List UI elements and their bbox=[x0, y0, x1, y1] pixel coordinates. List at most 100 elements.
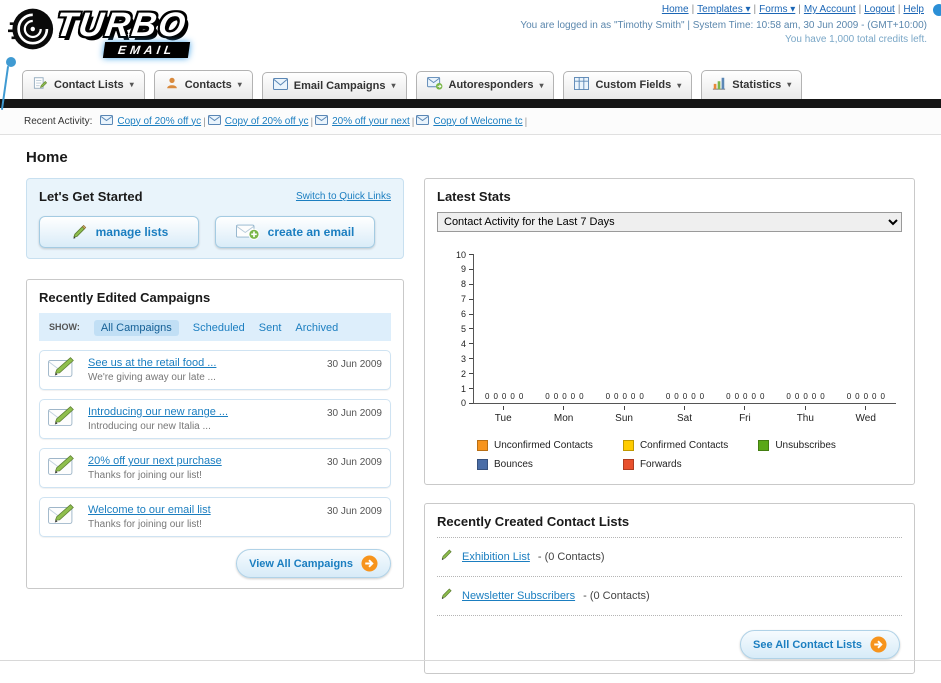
nav-tab-label: Contact Lists bbox=[54, 78, 124, 91]
legend-item: Unconfirmed Contacts bbox=[477, 440, 593, 451]
corner-dot bbox=[933, 4, 941, 16]
nav-tab-contacts[interactable]: Contacts ▾ bbox=[153, 70, 253, 99]
recent-activity-link[interactable]: 20% off your next bbox=[332, 116, 410, 127]
envelope-icon bbox=[272, 78, 288, 93]
top-link-home[interactable]: Home bbox=[662, 4, 689, 15]
campaign-row[interactable]: 20% off your next purchase Thanks for joi… bbox=[39, 448, 391, 488]
campaign-tab-all-campaigns[interactable]: All Campaigns bbox=[93, 320, 179, 336]
legend-item: Confirmed Contacts bbox=[622, 440, 728, 451]
show-label: SHOW: bbox=[49, 322, 80, 332]
contact-list-link[interactable]: Newsletter Subscribers bbox=[462, 590, 575, 602]
chart-group: 00000 bbox=[775, 254, 835, 403]
nav-tab-contact-lists[interactable]: Contact Lists ▾ bbox=[22, 70, 145, 99]
recent-activity-link[interactable]: Copy of Welcome tc bbox=[433, 116, 522, 127]
main-nav: Contact Lists ▾ Contacts ▾ Email Campaigns ▾ A… bbox=[0, 64, 941, 99]
view-all-campaigns-label: View All Campaigns bbox=[249, 557, 353, 570]
recent-activity-link[interactable]: Copy of 20% off yc bbox=[117, 116, 201, 127]
top-link-logout[interactable]: Logout bbox=[864, 4, 895, 15]
arrow-circle-icon bbox=[870, 636, 887, 653]
recent-activity-item: Copy of Welcome tc bbox=[416, 114, 523, 128]
swirl-logo-icon bbox=[8, 6, 54, 57]
top-link-my-account[interactable]: My Account bbox=[804, 4, 856, 15]
campaign-date: 30 Jun 2009 bbox=[326, 457, 382, 468]
campaign-title-link[interactable]: 20% off your next purchase bbox=[88, 455, 317, 467]
bar-value: 0 bbox=[639, 392, 644, 401]
campaign-subtitle: We're giving away our late ... bbox=[88, 372, 216, 383]
campaign-tab-scheduled[interactable]: Scheduled bbox=[193, 322, 245, 334]
activity-separator: | bbox=[203, 116, 206, 128]
campaign-subtitle: Introducing our new Italia ... bbox=[88, 421, 211, 432]
bar-value: 0 bbox=[726, 392, 731, 401]
top-link-help[interactable]: Help bbox=[903, 4, 924, 15]
chart-group: 00000 bbox=[595, 254, 655, 403]
campaign-tabs: All Campaigns Scheduled Sent Archived bbox=[93, 318, 352, 336]
page-title: Home bbox=[26, 149, 68, 166]
top-link-templates[interactable]: Templates ▾ bbox=[697, 4, 750, 15]
bar-value: 0 bbox=[691, 392, 696, 401]
contact-list-item[interactable]: Newsletter Subscribers - (0 Contacts) bbox=[437, 576, 902, 615]
create-email-label: create an email bbox=[267, 225, 355, 239]
campaign-date: 30 Jun 2009 bbox=[326, 359, 382, 370]
mail-icon bbox=[416, 114, 430, 128]
nav-tab-custom-fields[interactable]: Custom Fields ▾ bbox=[563, 71, 693, 99]
x-axis-label: Fri bbox=[715, 404, 775, 424]
link-separator: | bbox=[691, 4, 695, 15]
see-all-contact-lists-button[interactable]: See All Contact Lists bbox=[739, 630, 900, 659]
bar-value: 0 bbox=[665, 392, 671, 401]
nav-tab-email-campaigns[interactable]: Email Campaigns ▾ bbox=[261, 72, 407, 99]
arrow-circle-icon bbox=[361, 555, 378, 572]
campaign-title-link[interactable]: Introducing our new range ... bbox=[88, 406, 317, 418]
app-logo[interactable]: TURBO EMAIL bbox=[8, 2, 288, 62]
recent-activity-item: Copy of 20% off yc bbox=[207, 114, 309, 128]
campaign-title-link[interactable]: Welcome to our email list bbox=[88, 504, 317, 516]
logo-email-text: EMAIL bbox=[102, 42, 191, 58]
nav-tab-label: Contacts bbox=[184, 78, 232, 91]
manage-lists-button[interactable]: manage lists bbox=[39, 216, 199, 248]
campaign-title-link[interactable]: See us at the retail food ... bbox=[88, 357, 317, 369]
nav-tab-autoresponders[interactable]: Autoresponders ▾ bbox=[415, 71, 555, 99]
bar-value-labels: 00000 bbox=[836, 392, 896, 401]
list-pencil-icon bbox=[33, 76, 48, 93]
stats-activity-select[interactable]: Contact Activity for the Last 7 Days bbox=[437, 212, 902, 232]
bar-value: 0 bbox=[553, 392, 559, 401]
bar-value: 0 bbox=[734, 392, 740, 401]
campaign-tab-sent[interactable]: Sent bbox=[259, 322, 282, 334]
bar-value-labels: 00000 bbox=[595, 392, 655, 401]
view-all-campaigns-button[interactable]: View All Campaigns bbox=[236, 549, 391, 578]
recent-campaigns-panel: Recently Edited Campaigns SHOW: All Camp… bbox=[26, 279, 404, 589]
nav-tab-label: Autoresponders bbox=[448, 79, 534, 91]
bar-value: 0 bbox=[614, 392, 619, 401]
x-axis-label: Mon bbox=[533, 404, 593, 424]
contact-list-link[interactable]: Exhibition List bbox=[462, 551, 530, 563]
top-link-forms[interactable]: Forms ▾ bbox=[759, 4, 795, 15]
bar-value: 0 bbox=[579, 392, 584, 401]
switch-quick-links-link[interactable]: Switch to Quick Links bbox=[296, 191, 391, 202]
login-info: You are logged in as "Timothy Smith" | S… bbox=[520, 20, 927, 31]
campaign-row[interactable]: Introducing our new range ... Introducing… bbox=[39, 399, 391, 439]
chart-group: 00000 bbox=[715, 254, 775, 403]
campaign-row[interactable]: Welcome to our email list Thanks for join… bbox=[39, 497, 391, 537]
create-email-button[interactable]: create an email bbox=[215, 216, 375, 248]
chart-group: 00000 bbox=[655, 254, 715, 403]
latest-stats-title: Latest Stats bbox=[437, 189, 511, 204]
legend-label: Bounces bbox=[494, 459, 533, 470]
manage-lists-label: manage lists bbox=[95, 225, 169, 239]
nav-tab-statistics[interactable]: Statistics ▾ bbox=[701, 70, 803, 99]
y-axis-tick: 5 bbox=[443, 324, 473, 334]
contact-list-item[interactable]: Exhibition List - (0 Contacts) bbox=[437, 537, 902, 576]
campaign-text: Welcome to our email list Thanks for join… bbox=[88, 504, 317, 530]
campaign-text: See us at the retail food ... We're givin… bbox=[88, 357, 317, 383]
campaign-row[interactable]: See us at the retail food ... We're givin… bbox=[39, 350, 391, 390]
campaign-date: 30 Jun 2009 bbox=[326, 506, 382, 517]
contact-list-detail: - (0 Contacts) bbox=[537, 551, 605, 563]
campaign-filter-bar: SHOW: All Campaigns Scheduled Sent Archived bbox=[39, 313, 391, 341]
campaign-tab-archived[interactable]: Archived bbox=[295, 322, 338, 334]
y-axis-tick: 2 bbox=[443, 369, 473, 379]
autoresponder-icon bbox=[426, 77, 443, 93]
recent-activity-item: 20% off your next bbox=[315, 114, 410, 128]
credits-info: You have 1,000 total credits left. bbox=[785, 34, 927, 45]
recent-activity-link[interactable]: Copy of 20% off yc bbox=[225, 116, 309, 127]
y-axis-tick: 0 bbox=[443, 398, 473, 408]
bar-value: 0 bbox=[811, 392, 817, 401]
mail-icon bbox=[315, 114, 329, 128]
